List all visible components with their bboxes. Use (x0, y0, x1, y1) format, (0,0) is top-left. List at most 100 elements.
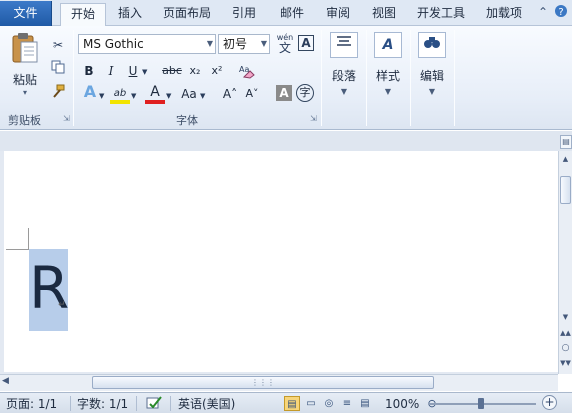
paste-icon (12, 33, 38, 63)
vertical-scroll-thumb[interactable] (560, 176, 571, 204)
zoom-in-icon[interactable]: + (542, 395, 557, 410)
tab-developer[interactable]: 开发工具 (412, 3, 470, 26)
paste-dropdown-icon[interactable]: ▾ (8, 88, 42, 97)
crop-mark (28, 228, 29, 250)
highlight-label: ab (113, 88, 127, 99)
styles-icon: A (374, 32, 402, 58)
minimize-ribbon-icon[interactable]: ⌃ (538, 5, 548, 19)
group-divider (321, 30, 322, 126)
chevron-down-icon[interactable]: ▼ (207, 35, 213, 53)
text-effects-icon[interactable]: A (80, 84, 100, 100)
previous-page-icon[interactable]: ▲▲ (559, 326, 572, 340)
tab-addins[interactable]: 加载项 (480, 3, 528, 26)
binoculars-icon (418, 32, 446, 58)
tab-references[interactable]: 引用 (226, 3, 262, 26)
scroll-left-icon[interactable]: ◀ (2, 376, 9, 386)
clipboard-launcher-icon[interactable]: ⇲ (63, 114, 70, 123)
tab-insert[interactable]: 插入 (112, 3, 148, 26)
svg-text:?: ? (558, 7, 563, 18)
clear-formatting-icon[interactable]: Aa (238, 63, 256, 83)
copy-icon[interactable] (50, 60, 66, 78)
scroll-up-icon[interactable]: ▲ (559, 152, 572, 166)
change-case-dropdown-icon[interactable]: ▼ (200, 88, 205, 104)
document-text[interactable]: R (29, 253, 69, 323)
status-bar: 页面: 1/1 字数: 1/1 英语(美国) ▤ ▭ ◎ ≡ ▤ 100% ⊖ … (0, 392, 572, 413)
group-divider (366, 30, 367, 126)
scroll-down-icon[interactable]: ▼ (559, 310, 572, 324)
styles-dropdown-icon: ▼ (384, 87, 392, 96)
status-divider (170, 396, 171, 411)
highlight-button[interactable]: ab (110, 84, 130, 104)
styles-button[interactable]: A 样式 ▼ (370, 30, 406, 106)
help-icon[interactable]: ? (554, 4, 568, 21)
font-color-button[interactable]: A (145, 84, 165, 104)
ruler-bar (0, 131, 572, 151)
draft-view-icon[interactable]: ▤ (357, 396, 373, 411)
tab-review[interactable]: 审阅 (320, 3, 356, 26)
editing-label: 编辑 (419, 69, 444, 83)
paragraph-button[interactable]: 段落 ▼ (326, 30, 362, 106)
horizontal-scroll-thumb[interactable]: ⋮⋮⋮ (92, 376, 434, 389)
chevron-down-icon[interactable]: ▼ (261, 35, 267, 53)
next-page-icon[interactable]: ▼▼ (559, 356, 572, 370)
print-layout-view-icon[interactable]: ▤ (284, 396, 300, 411)
zoom-level[interactable]: 100% (385, 396, 419, 412)
font-color-label: A (150, 84, 160, 100)
shrink-font-button[interactable]: A˅ (242, 84, 262, 104)
tab-home[interactable]: 开始 (60, 3, 106, 27)
font-size-value: 初号 (223, 37, 248, 51)
font-launcher-icon[interactable]: ⇲ (310, 114, 317, 123)
change-case-button[interactable]: Aa (178, 84, 200, 104)
editing-button[interactable]: 编辑 ▼ (414, 30, 450, 106)
page-count[interactable]: 页面: 1/1 (6, 396, 57, 412)
paste-button[interactable]: 粘贴 ▾ (8, 32, 42, 98)
tab-page-layout[interactable]: 页面布局 (158, 3, 216, 26)
char-border-button[interactable]: A (298, 35, 314, 51)
ruler-toggle-icon[interactable]: ▤ (560, 135, 572, 149)
text-effects-dropdown-icon[interactable]: ▼ (99, 88, 104, 104)
phonetic-guide-button[interactable]: wén 文 (275, 33, 295, 55)
superscript-button[interactable]: x² (208, 62, 226, 80)
status-divider (70, 396, 71, 411)
paragraph-dropdown-icon: ▼ (340, 87, 348, 96)
paragraph-icon (330, 32, 358, 58)
proofing-icon[interactable] (145, 395, 163, 413)
status-divider (136, 396, 137, 411)
paragraph-label: 段落 (331, 69, 356, 83)
crop-mark (6, 249, 28, 250)
font-color-dropdown-icon[interactable]: ▼ (166, 88, 171, 104)
underline-dropdown-icon[interactable]: ▼ (142, 64, 147, 80)
tab-file[interactable]: 文件 (0, 1, 52, 26)
bold-button[interactable]: B (82, 62, 96, 80)
word-count[interactable]: 字数: 1/1 (77, 396, 128, 412)
enclose-char-button[interactable]: 字 (296, 84, 314, 102)
font-group-label: 字体 (176, 114, 198, 127)
browse-object-icon[interactable]: ○ (559, 341, 572, 355)
group-divider (454, 30, 455, 126)
group-divider (73, 30, 74, 126)
subscript-button[interactable]: x₂ (186, 62, 204, 80)
underline-button[interactable]: U (126, 62, 140, 80)
outline-view-icon[interactable]: ≡ (339, 396, 355, 411)
format-painter-icon[interactable] (50, 84, 66, 102)
strikethrough-button[interactable]: abc (160, 62, 184, 80)
highlight-dropdown-icon[interactable]: ▼ (131, 88, 136, 104)
language-indicator[interactable]: 英语(美国) (178, 396, 235, 412)
cut-icon[interactable]: ✂ (50, 37, 66, 53)
web-layout-icon[interactable]: ◎ (321, 396, 337, 411)
group-divider (410, 30, 411, 126)
font-name-combo[interactable]: MS Gothic ▼ (78, 34, 216, 54)
document-page[interactable] (4, 151, 558, 372)
styles-label: 样式 (375, 69, 400, 83)
char-shading-button[interactable]: A (276, 85, 292, 101)
tab-mailings[interactable]: 邮件 (274, 3, 310, 26)
zoom-slider-knob[interactable] (478, 398, 484, 409)
font-size-combo[interactable]: 初号 ▼ (218, 34, 270, 54)
full-screen-reading-icon[interactable]: ▭ (303, 396, 319, 411)
tab-view[interactable]: 视图 (366, 3, 402, 26)
grow-font-button[interactable]: A˄ (220, 84, 240, 104)
italic-button[interactable]: I (104, 62, 118, 80)
clipboard-group-label: 剪贴板 (8, 114, 41, 127)
paste-label: 粘贴 (12, 73, 37, 87)
phonetic-guide-bottom: 文 (278, 41, 291, 55)
